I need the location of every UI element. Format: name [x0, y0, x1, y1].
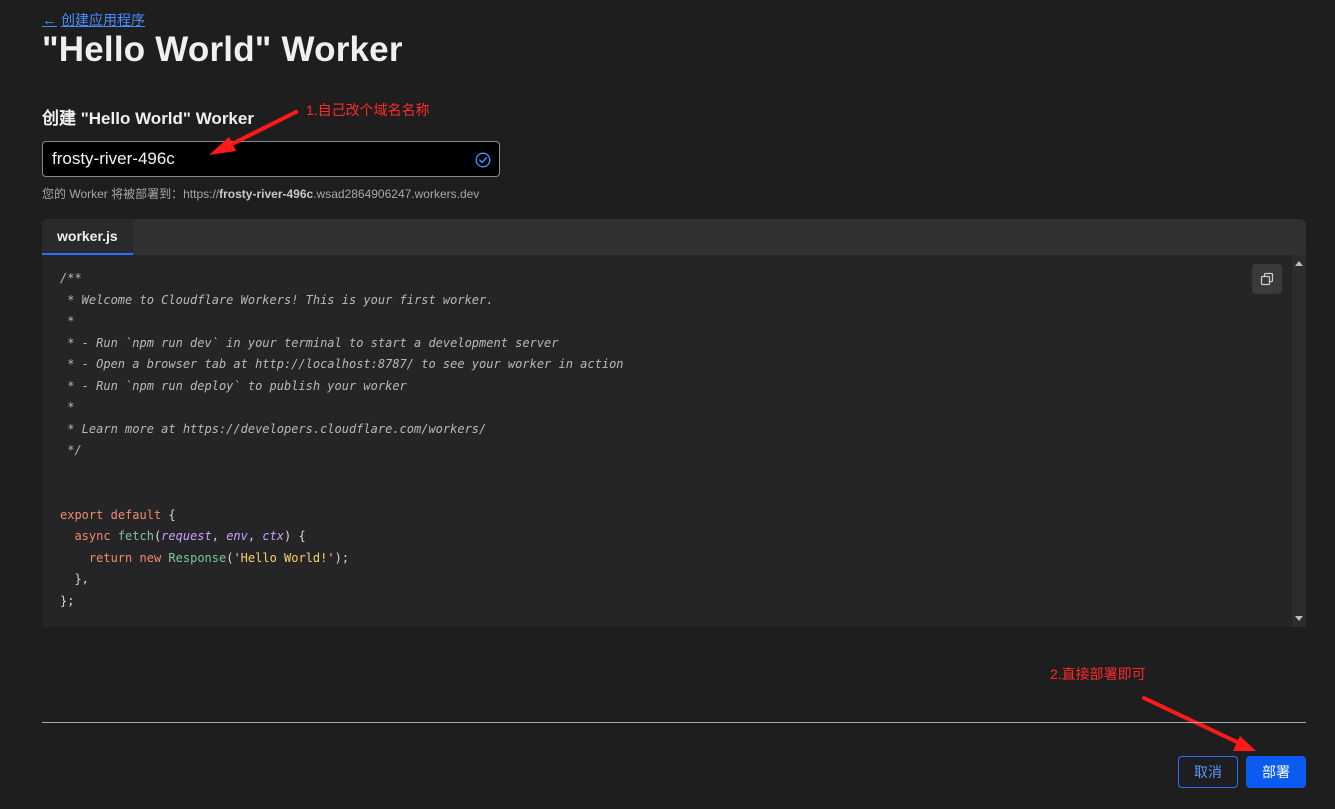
- annotation-rename-domain: 1.自己改个域名名称: [306, 102, 430, 118]
- scroll-up-icon[interactable]: [1295, 261, 1303, 266]
- back-link-create-application[interactable]: ← 创建应用程序: [42, 10, 145, 30]
- arrow-left-icon: ←: [42, 11, 57, 29]
- code-punctuation: );: [334, 550, 350, 565]
- copy-icon: [1260, 272, 1274, 286]
- code-comment-line: * - Run `npm run dev` in your terminal t…: [60, 335, 559, 350]
- code-comment-line: * - Run `npm run deploy` to publish your…: [60, 378, 407, 393]
- section-title: 创建 "Hello World" Worker: [42, 109, 254, 128]
- code-keyword: return: [88, 550, 133, 565]
- code-comment-line: *: [60, 314, 75, 328]
- code-content: /** * Welcome to Cloudflare Workers! Thi…: [60, 271, 624, 608]
- worker-name-input[interactable]: [43, 142, 463, 176]
- code-keyword: export: [60, 507, 104, 522]
- code-punctuation: ) {: [284, 529, 306, 543]
- code-punctuation: };: [60, 593, 75, 608]
- code-keyword: async: [74, 529, 111, 543]
- worker-name-field: [42, 141, 500, 177]
- code-comment-line: */: [60, 443, 82, 457]
- deploy-button[interactable]: 部署: [1246, 756, 1306, 788]
- code-comment-line: /**: [60, 271, 82, 285]
- code-area[interactable]: /** * Welcome to Cloudflare Workers! Thi…: [42, 255, 1292, 627]
- code-param: env: [226, 529, 248, 543]
- code-param: request: [161, 529, 212, 543]
- deploy-url-suffix: .wsad2864906247.workers.dev: [313, 187, 480, 201]
- deploy-url-hint: 您的 Worker 将被部署到：https://frosty-river-496…: [42, 185, 479, 202]
- footer-divider: [42, 722, 1306, 723]
- code-string: 'Hello World!': [233, 550, 335, 565]
- check-circle-icon: [475, 152, 491, 168]
- deploy-url-prefix: 您的 Worker 将被部署到：https://: [42, 187, 220, 201]
- code-class: Response: [168, 550, 227, 565]
- code-keyword: default: [110, 507, 162, 522]
- editor-tab-bar: worker.js: [42, 219, 1306, 255]
- page-title: "Hello World" Worker: [42, 30, 403, 69]
- code-punctuation: {: [161, 507, 176, 522]
- editor-scrollbar[interactable]: [1292, 255, 1306, 627]
- annotation-arrow-to-deploy-icon: [1142, 696, 1256, 751]
- cancel-button[interactable]: 取消: [1178, 756, 1238, 788]
- code-keyword: new: [139, 550, 162, 565]
- code-comment-line: * Learn more at https://developers.cloud…: [60, 421, 487, 436]
- copy-code-button[interactable]: [1252, 264, 1282, 294]
- scroll-down-icon[interactable]: [1295, 616, 1303, 621]
- tab-worker-js[interactable]: worker.js: [42, 219, 133, 255]
- code-comment-line: *: [60, 400, 75, 414]
- annotation-deploy-directly: 2.直接部署即可: [1050, 666, 1146, 682]
- code-param: ctx: [262, 529, 285, 543]
- code-function: fetch: [117, 529, 154, 543]
- code-comment-line: * Welcome to Cloudflare Workers! This is…: [60, 292, 494, 307]
- code-comment-line: * - Open a browser tab at http://localho…: [60, 357, 624, 371]
- code-editor: worker.js /** * Welcome to Cloudflare Wo…: [42, 219, 1306, 627]
- deploy-url-name: frosty-river-496c: [219, 187, 314, 201]
- code-punctuation: },: [74, 572, 89, 586]
- back-link-label: 创建应用程序: [61, 12, 145, 28]
